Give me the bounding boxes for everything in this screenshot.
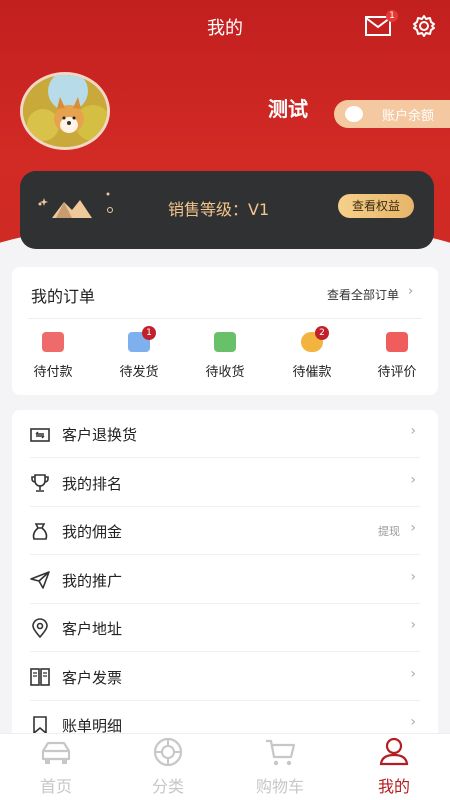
menu-item-label: 我的推广	[62, 572, 123, 590]
menu-item-returns[interactable]: 客户退换货 ›	[12, 410, 438, 458]
yen-coin-icon: 2	[301, 326, 329, 352]
chevron-right-icon: ›	[410, 423, 416, 439]
order-status-pending-collection[interactable]: 2 待催款	[277, 326, 347, 380]
order-status-pending-shipment[interactable]: 1 待发货	[104, 326, 174, 380]
chevron-right-icon: ›	[410, 520, 416, 536]
menu-item-address[interactable]: 客户地址 ›	[12, 604, 438, 652]
username: 测试	[268, 97, 308, 121]
location-icon	[32, 618, 48, 638]
tab-mine[interactable]: 我的	[354, 733, 434, 797]
bookmark-icon	[33, 716, 47, 735]
view-benefits-button[interactable]: 查看权益	[338, 194, 414, 218]
chevron-right-icon: ›	[410, 569, 416, 585]
chevron-right-icon: ›	[410, 472, 416, 488]
avatar[interactable]	[20, 72, 110, 150]
user-icon	[379, 737, 409, 766]
order-status-label: 待收货	[205, 365, 245, 380]
order-status-pending-review[interactable]: 待评价	[362, 332, 432, 380]
chevron-right-icon: ›	[410, 666, 416, 682]
chevron-right-icon: ›	[410, 617, 416, 633]
divider	[30, 554, 420, 555]
coin-stack-icon	[345, 106, 363, 122]
menu-item-label: 我的排名	[62, 475, 123, 493]
crown-mountain-icon	[38, 192, 113, 218]
tab-label: 首页	[39, 777, 72, 796]
menu-item-label: 客户发票	[62, 669, 123, 687]
cart-icon	[266, 739, 296, 766]
order-status-label: 待催款	[292, 365, 332, 380]
invoice-icon	[30, 668, 50, 686]
order-status-label: 待评价	[377, 365, 417, 380]
mail-badge: 1	[386, 10, 398, 22]
tab-label: 分类	[151, 777, 184, 796]
car-icon	[41, 741, 71, 764]
truck-icon	[214, 332, 236, 352]
send-icon	[30, 571, 50, 589]
tab-cart[interactable]: 购物车	[240, 733, 320, 797]
chevron-right-icon: ›	[410, 714, 416, 730]
withdraw-link[interactable]: 提现	[378, 523, 400, 539]
payment-icon	[42, 332, 64, 352]
money-bag-icon	[32, 523, 48, 540]
balance-label: 账户余额	[382, 109, 435, 124]
shipping-box-icon: 1	[128, 326, 156, 352]
menu-item-label: 我的佣金	[62, 523, 123, 541]
trophy-icon	[31, 474, 49, 492]
divider	[30, 651, 420, 652]
menu-item-commission[interactable]: 我的佣金 提现 ›	[12, 507, 438, 555]
order-status-pending-receipt[interactable]: 待收货	[190, 332, 260, 380]
divider	[30, 457, 420, 458]
order-badge: 2	[315, 326, 329, 340]
divider	[28, 318, 422, 319]
return-exchange-icon	[30, 428, 50, 442]
menu-item-promotion[interactable]: 我的推广 ›	[12, 556, 438, 604]
gear-icon[interactable]	[412, 14, 436, 38]
tab-label: 购物车	[255, 777, 304, 796]
menu-item-ranking[interactable]: 我的排名 ›	[12, 459, 438, 507]
order-status-label: 待付款	[33, 365, 73, 380]
tab-label: 我的	[377, 777, 410, 796]
sales-level-text: 销售等级：V1	[168, 200, 270, 219]
tab-category[interactable]: 分类	[128, 733, 208, 797]
order-status-label: 待发货	[119, 365, 159, 380]
review-icon	[386, 332, 408, 352]
menu-item-label: 客户地址	[62, 620, 123, 638]
order-badge: 1	[142, 326, 156, 340]
chevron-right-icon: ›	[408, 284, 414, 299]
view-all-orders-link[interactable]: 查看全部订单	[327, 286, 399, 303]
menu-item-invoice[interactable]: 客户发票 ›	[12, 653, 438, 701]
category-wheel-icon	[153, 737, 183, 767]
tab-home[interactable]: 首页	[16, 733, 96, 797]
top-bar: 我的 1	[0, 0, 450, 54]
menu-item-label: 客户退换货	[62, 426, 138, 444]
order-status-pending-payment[interactable]: 待付款	[18, 332, 88, 380]
orders-title: 我的订单	[31, 287, 96, 306]
